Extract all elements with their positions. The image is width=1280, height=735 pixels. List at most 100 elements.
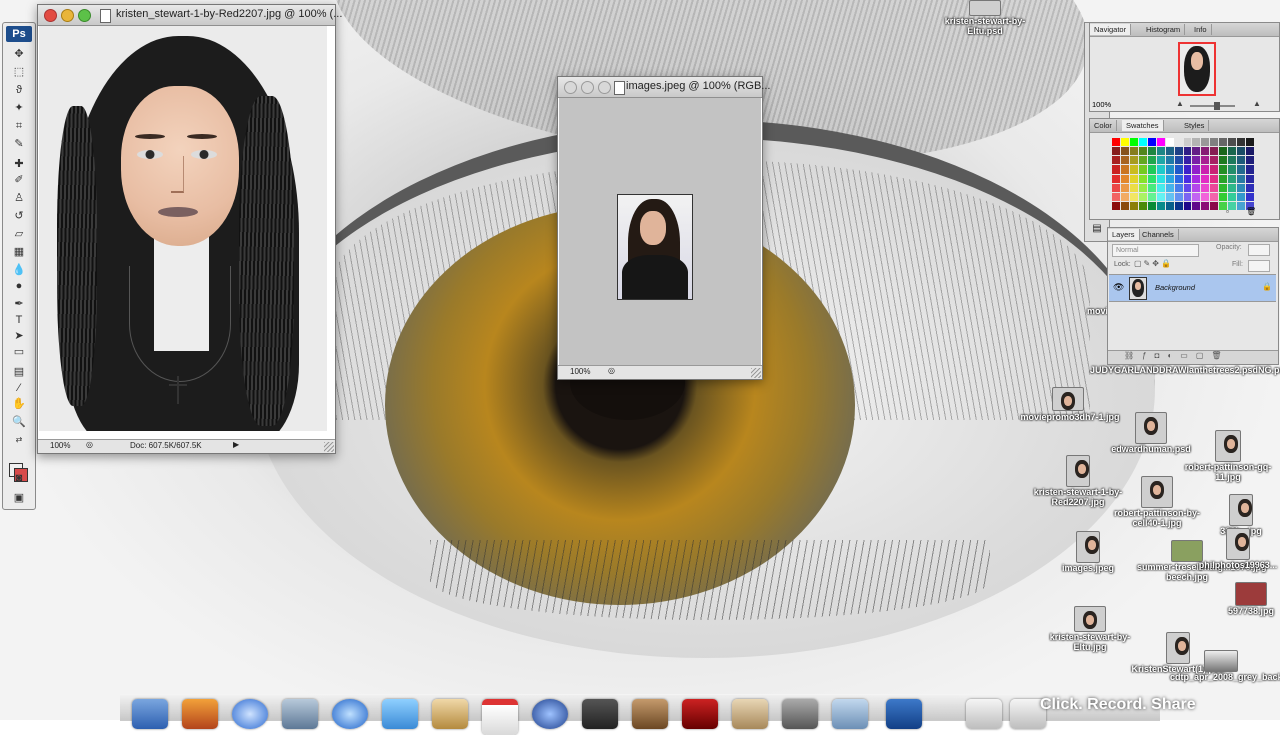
swatch-cell[interactable]: [1174, 156, 1183, 165]
swatch-cell[interactable]: [1147, 156, 1156, 165]
swatch-cell[interactable]: [1147, 138, 1156, 147]
swatch-cell[interactable]: [1219, 138, 1228, 147]
window-titlebar[interactable]: kristen_stewart-1-by-Red2207.jpg @ 100% …: [38, 5, 342, 26]
lock-options-icon[interactable]: ▢✎✥🔒: [1134, 259, 1173, 268]
swatch-cell[interactable]: [1129, 138, 1138, 147]
tab-histogram[interactable]: Histogram: [1142, 24, 1186, 35]
swatch-cell[interactable]: [1201, 192, 1210, 201]
swatch-cell[interactable]: [1147, 165, 1156, 174]
tab-swatches[interactable]: Swatches: [1122, 120, 1164, 131]
swatch-cell[interactable]: [1237, 156, 1246, 165]
swatch-cell[interactable]: [1120, 138, 1129, 147]
swatch-cell[interactable]: [1237, 147, 1246, 156]
minimize-button[interactable]: [581, 81, 594, 94]
swatch-cell[interactable]: [1138, 156, 1147, 165]
swatch-cell[interactable]: [1174, 138, 1183, 147]
swatch-cell[interactable]: [1246, 174, 1254, 183]
tab-styles[interactable]: Styles: [1180, 120, 1210, 131]
resize-handle[interactable]: [324, 442, 334, 452]
swatch-cell[interactable]: [1228, 201, 1237, 210]
dodge-tool-icon[interactable]: ●: [9, 279, 29, 293]
swatch-cell[interactable]: [1201, 156, 1210, 165]
swatch-cell[interactable]: [1210, 174, 1219, 183]
swatch-cell[interactable]: [1246, 192, 1254, 201]
swatch-cell[interactable]: [1129, 192, 1138, 201]
visibility-eye-icon[interactable]: 👁: [1113, 282, 1124, 293]
swatch-cell[interactable]: [1112, 138, 1120, 147]
swatch-cell[interactable]: [1129, 183, 1138, 192]
zoom-level[interactable]: 100%: [570, 367, 590, 376]
swatch-cell[interactable]: [1246, 165, 1254, 174]
desktop-icon-file[interactable]: robert-pattinson-gq-11.jpg: [1182, 430, 1274, 482]
gradient-tool-icon[interactable]: ▦: [9, 245, 29, 259]
swatch-cell[interactable]: [1129, 174, 1138, 183]
swatch-cell[interactable]: [1120, 201, 1129, 210]
desktop-icon-file[interactable]: images.jpeg: [1058, 531, 1118, 573]
swatch-cell[interactable]: [1174, 165, 1183, 174]
desktop-icon-file[interactable]: philphotos19963...: [1196, 528, 1280, 570]
swatch-cell[interactable]: [1237, 165, 1246, 174]
swatch-cell[interactable]: [1165, 174, 1174, 183]
swap-colors-icon[interactable]: ⇄: [9, 433, 29, 447]
swatch-cell[interactable]: [1156, 192, 1165, 201]
lasso-tool-icon[interactable]: ϑ: [9, 83, 29, 97]
system-icon[interactable]: [532, 699, 568, 729]
swatch-cell[interactable]: [1210, 156, 1219, 165]
swatch-cell[interactable]: [1129, 201, 1138, 210]
swatch-cell[interactable]: [1156, 174, 1165, 183]
swatch-cell[interactable]: [1246, 138, 1254, 147]
tab-layers[interactable]: Layers: [1108, 229, 1140, 240]
swatch-cell[interactable]: [1120, 174, 1129, 183]
desktop-icon-file[interactable]: [1052, 387, 1084, 411]
swatch-cell[interactable]: [1219, 165, 1228, 174]
swatch-cell[interactable]: [1246, 156, 1254, 165]
swatch-cell[interactable]: [1183, 147, 1192, 156]
swatch-cell[interactable]: [1201, 138, 1210, 147]
status-preview-icon[interactable]: ◎: [608, 366, 615, 375]
swatch-cell[interactable]: [1156, 138, 1165, 147]
swatch-cell[interactable]: [1210, 192, 1219, 201]
swatch-cell[interactable]: [1201, 201, 1210, 210]
swatch-cell[interactable]: [1174, 183, 1183, 192]
swatch-cell[interactable]: [1201, 147, 1210, 156]
status-menu-arrow-icon[interactable]: ▶: [233, 440, 239, 449]
slice-tool-icon[interactable]: ✎: [9, 137, 29, 151]
preview-icon[interactable]: [282, 699, 318, 729]
swatch-cell[interactable]: [1183, 165, 1192, 174]
swatch-cell[interactable]: [1183, 174, 1192, 183]
swatch-cell[interactable]: [1228, 138, 1237, 147]
swatch-cell[interactable]: [1129, 147, 1138, 156]
calendar-icon[interactable]: [482, 699, 518, 735]
safari-icon[interactable]: [232, 699, 268, 729]
swatch-cell[interactable]: [1120, 165, 1129, 174]
swatch-cell[interactable]: [1246, 183, 1254, 192]
imovie-icon[interactable]: [582, 699, 618, 729]
swatch-cell[interactable]: [1174, 192, 1183, 201]
swatch-cell[interactable]: [1192, 192, 1201, 201]
swatch-cell[interactable]: [1112, 156, 1120, 165]
shape-tool-icon[interactable]: ▭: [9, 345, 29, 359]
swatch-cell[interactable]: [1183, 192, 1192, 201]
swatch-cell[interactable]: [1192, 147, 1201, 156]
eraser-tool-icon[interactable]: ▱: [9, 227, 29, 241]
zoom-button[interactable]: [78, 9, 91, 22]
swatch-cell[interactable]: [1147, 147, 1156, 156]
magic-wand-tool-icon[interactable]: ✦: [9, 101, 29, 115]
swatch-cell[interactable]: [1192, 138, 1201, 147]
minimize-button[interactable]: [61, 9, 74, 22]
swatch-cell[interactable]: [1156, 165, 1165, 174]
swatch-grid[interactable]: [1112, 138, 1254, 210]
window-titlebar[interactable]: images.jpeg @ 100% (RGB...: [558, 77, 770, 98]
swatch-cell[interactable]: [1219, 147, 1228, 156]
swatch-cell[interactable]: [1210, 201, 1219, 210]
swatch-cell[interactable]: [1228, 165, 1237, 174]
swatch-cell[interactable]: [1147, 201, 1156, 210]
blur-tool-icon[interactable]: 💧: [9, 263, 29, 277]
document-stack-icon[interactable]: [966, 699, 1002, 729]
navigator-zoom-slider[interactable]: [1190, 105, 1235, 107]
blend-mode-select[interactable]: Normal: [1112, 244, 1199, 257]
system-preferences-icon[interactable]: [782, 699, 818, 729]
image-capture-icon[interactable]: [832, 699, 868, 729]
front-row-icon[interactable]: [682, 699, 718, 729]
zoom-button[interactable]: [598, 81, 611, 94]
